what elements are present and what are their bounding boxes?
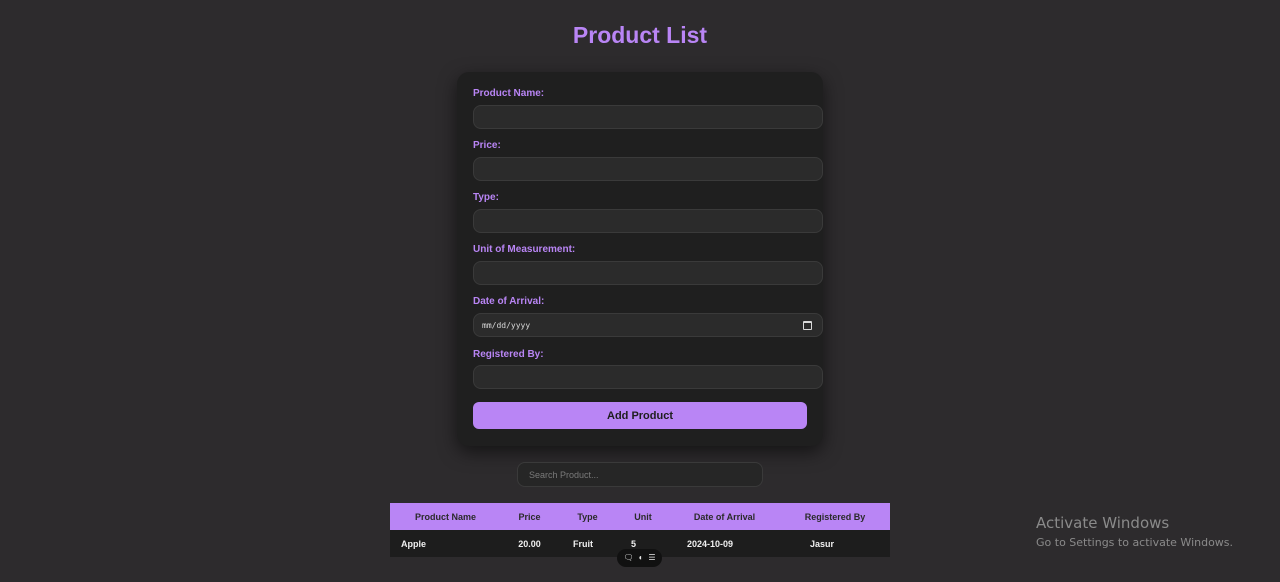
product-name-input[interactable] xyxy=(473,105,823,129)
column-header-date-of-arrival: Date of Arrival xyxy=(669,503,780,530)
column-header-product-name: Product Name xyxy=(390,503,501,530)
type-label: Type: xyxy=(473,192,499,203)
column-header-type: Type xyxy=(558,503,617,530)
cell-date-of-arrival: 2024-10-09 xyxy=(669,530,780,557)
chat-bubble-icon[interactable]: 🗨︎ xyxy=(623,554,633,562)
search-input[interactable] xyxy=(517,462,763,487)
table-header-row: Product Name Price Type Unit Date of Arr… xyxy=(390,503,890,530)
add-product-button[interactable]: Add Product xyxy=(473,402,807,429)
page-title: Product List xyxy=(572,22,708,48)
type-input[interactable] xyxy=(473,209,823,233)
column-header-price: Price xyxy=(501,503,558,530)
cell-price: 20.00 xyxy=(501,530,558,557)
floating-toolbar: 🗨︎ ◐ ☰ xyxy=(617,549,662,567)
unit-input[interactable] xyxy=(473,261,823,285)
date-of-arrival-label: Date of Arrival: xyxy=(473,296,545,307)
watermark-subtitle: Go to Settings to activate Windows. xyxy=(1036,536,1234,549)
registered-by-label: Registered By: xyxy=(473,349,544,360)
column-header-unit: Unit xyxy=(617,503,669,530)
cell-product-name: Apple xyxy=(390,530,501,557)
date-placeholder: mm/dd/yyyy xyxy=(482,320,531,330)
price-label: Price: xyxy=(473,140,501,151)
contrast-icon[interactable]: ◐ xyxy=(639,554,644,562)
product-name-label: Product Name: xyxy=(473,88,545,99)
product-form: Product Name: Price: Type: Unit of Measu… xyxy=(457,72,823,446)
column-header-registered-by: Registered By xyxy=(780,503,890,530)
watermark-title: Activate Windows xyxy=(1036,514,1170,532)
unit-label: Unit of Measurement: xyxy=(473,244,576,255)
calendar-icon[interactable] xyxy=(803,320,812,330)
activate-windows-watermark: Activate Windows Go to Settings to activ… xyxy=(1036,514,1233,549)
list-icon[interactable]: ☰ xyxy=(648,554,655,562)
registered-by-input[interactable] xyxy=(473,365,823,389)
cell-registered-by: Jasur xyxy=(780,530,890,557)
price-input[interactable] xyxy=(473,157,823,181)
date-of-arrival-input[interactable]: mm/dd/yyyy xyxy=(473,313,823,337)
cell-type: Fruit xyxy=(558,530,617,557)
